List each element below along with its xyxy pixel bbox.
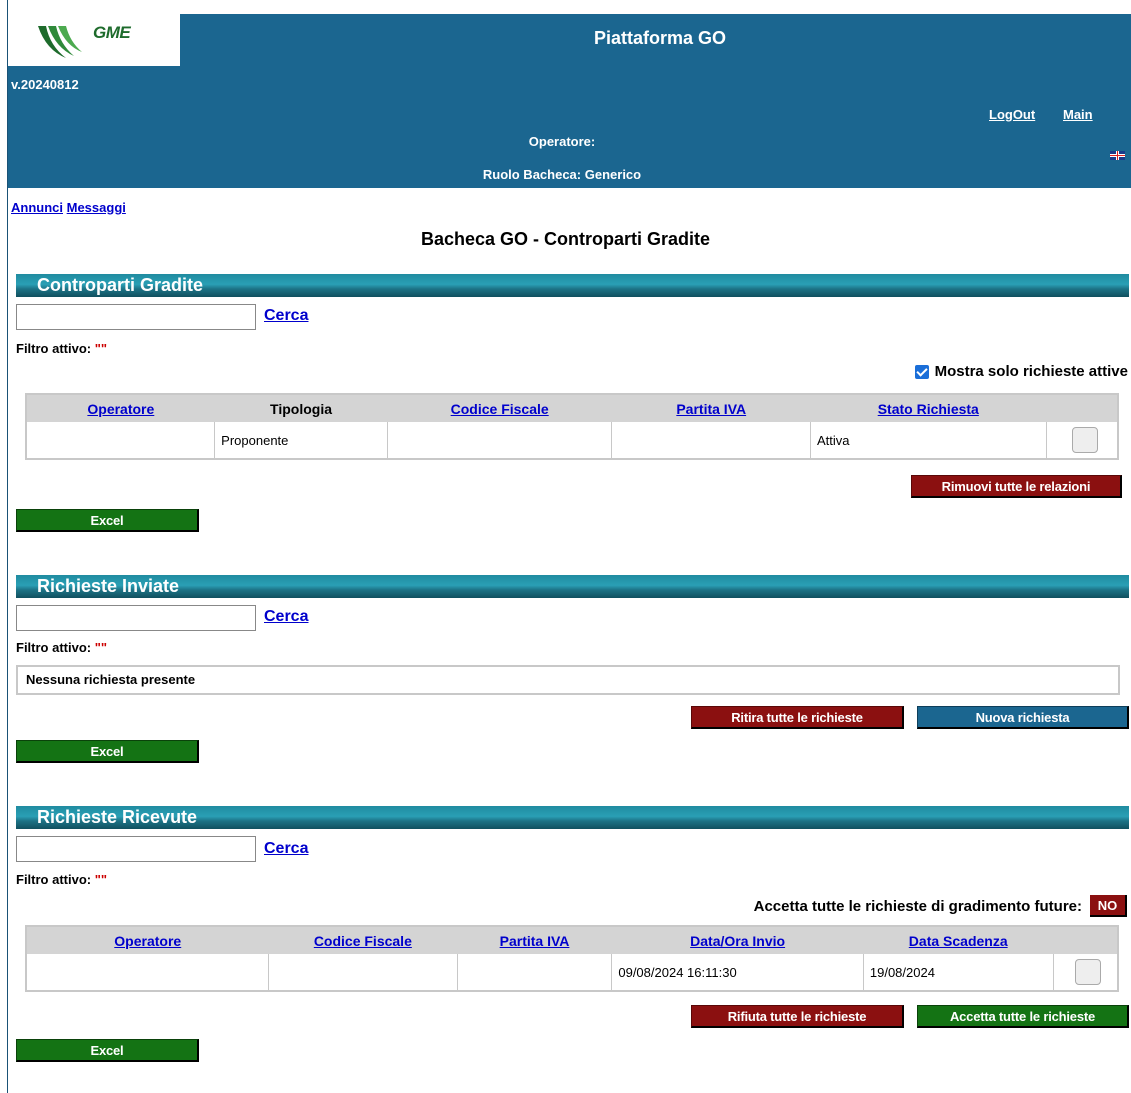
filtro-label: Filtro attivo: (16, 872, 92, 887)
filtro-value: "" (94, 640, 108, 655)
table-row: 09/08/2024 16:11:30 19/08/2024 (26, 954, 1118, 991)
cell-data-invio: 09/08/2024 16:11:30 (611, 954, 864, 991)
main-link[interactable]: Main (1063, 107, 1093, 122)
accetta-future-toggle[interactable]: NO (1090, 895, 1127, 917)
ricevute-cerca-link[interactable]: Cerca (264, 840, 308, 858)
cell-action (1052, 954, 1118, 991)
col-data-invio[interactable]: Data/Ora Invio (611, 926, 864, 954)
nuova-richiesta-button[interactable]: Nuova richiesta (917, 706, 1129, 729)
col-data-scadenza[interactable]: Data Scadenza (863, 926, 1054, 954)
accetta-future: Accetta tutte le richieste di gradimento… (754, 895, 1127, 917)
row-action-button[interactable] (1075, 959, 1102, 985)
table-row: Proponente Attiva (26, 422, 1118, 459)
filtro-value: "" (94, 341, 108, 356)
controparti-cerca-link[interactable]: Cerca (264, 307, 308, 325)
section-header-ricevute: Richieste Ricevute (16, 806, 1129, 829)
section-header-inviate: Richieste Inviate (16, 575, 1129, 598)
col-partita-iva[interactable]: Partita IVA (611, 394, 811, 422)
cell-action (1045, 422, 1118, 459)
col-codice-fiscale[interactable]: Codice Fiscale (387, 394, 612, 422)
filtro-label: Filtro attivo: (16, 640, 92, 655)
inviate-search-input[interactable] (16, 605, 256, 631)
accetta-richieste-button[interactable]: Accetta tutte le richieste (917, 1005, 1129, 1028)
filtro-value: "" (94, 872, 108, 887)
rifiuta-richieste-button[interactable]: Rifiuta tutte le richieste (691, 1005, 904, 1028)
operatore-label: Operatore: (528, 134, 596, 149)
col-operatore[interactable]: Operatore (26, 926, 269, 954)
cell-codice-fiscale (386, 422, 612, 459)
controparti-excel-button[interactable]: Excel (16, 509, 199, 532)
page-title: Bacheca GO - Controparti Gradite (420, 229, 711, 249)
inviate-cerca-link[interactable]: Cerca (264, 608, 308, 626)
cell-codice-fiscale (268, 954, 458, 991)
col-stato-richiesta[interactable]: Stato Richiesta (810, 394, 1047, 422)
ritira-richieste-button[interactable]: Ritira tutte le richieste (691, 706, 904, 729)
app-header: GME Piattaforma GO v.20240812 LogOut Mai… (8, 14, 1131, 188)
cell-tipologia: Proponente (214, 422, 388, 459)
filtro-label: Filtro attivo: (16, 341, 92, 356)
table-header-row: Operatore Tipologia Codice Fiscale Parti… (26, 394, 1118, 422)
version-label: v.20240812 (11, 77, 79, 92)
logout-link[interactable]: LogOut (989, 107, 1035, 122)
ricevute-table: Operatore Codice Fiscale Partita IVA Dat… (25, 925, 1119, 992)
messaggi-link[interactable]: Messaggi (67, 200, 126, 215)
mostra-solo-attive[interactable]: Mostra solo richieste attive (914, 363, 1128, 380)
cell-operatore (26, 954, 269, 991)
ricevute-search-input[interactable] (16, 836, 256, 862)
controparti-search-input[interactable] (16, 304, 256, 330)
accetta-future-label: Accetta tutte le richieste di gradimento… (753, 897, 1082, 915)
cell-operatore (26, 422, 215, 459)
table-header-row: Operatore Codice Fiscale Partita IVA Dat… (26, 926, 1118, 954)
annunci-link[interactable]: Annunci (11, 200, 63, 215)
col-action (1046, 394, 1118, 422)
nav-links: Annunci Messaggi (11, 200, 126, 215)
gme-logo: GME (8, 14, 180, 66)
col-action (1053, 926, 1118, 954)
english-flag-icon[interactable] (1110, 151, 1125, 160)
inviate-filtro: Filtro attivo: "" (16, 640, 107, 655)
col-partita-iva[interactable]: Partita IVA (457, 926, 612, 954)
app-title: Piattaforma GO (593, 28, 727, 48)
ruolo-label: Ruolo Bacheca: (482, 167, 582, 182)
rimuovi-relazioni-button[interactable]: Rimuovi tutte le relazioni (911, 475, 1122, 498)
section-header-controparti: Controparti Gradite (16, 274, 1129, 297)
ricevute-filtro: Filtro attivo: "" (16, 872, 107, 887)
ricevute-excel-button[interactable]: Excel (16, 1039, 199, 1062)
controparti-table: Operatore Tipologia Codice Fiscale Parti… (25, 393, 1119, 460)
cell-data-scadenza: 19/08/2024 (862, 954, 1054, 991)
inviate-empty-message: Nessuna richiesta presente (16, 665, 1120, 695)
col-tipologia: Tipologia (214, 394, 388, 422)
mostra-checkbox[interactable] (914, 364, 929, 379)
row-action-button[interactable] (1071, 427, 1098, 453)
controparti-filtro: Filtro attivo: "" (16, 341, 107, 356)
ruolo-value: Generico (584, 167, 642, 182)
cell-stato: Attiva (810, 422, 1047, 459)
mostra-label: Mostra solo richieste attive (934, 363, 1128, 380)
inviate-excel-button[interactable]: Excel (16, 740, 199, 763)
cell-partita-iva (456, 954, 612, 991)
col-codice-fiscale[interactable]: Codice Fiscale (268, 926, 458, 954)
col-operatore[interactable]: Operatore (26, 394, 215, 422)
gme-logo-icon (38, 26, 82, 58)
logo-text: GME (93, 23, 131, 42)
cell-partita-iva (611, 422, 811, 459)
ruolo-bacheca: Ruolo Bacheca: Generico (8, 167, 1116, 182)
